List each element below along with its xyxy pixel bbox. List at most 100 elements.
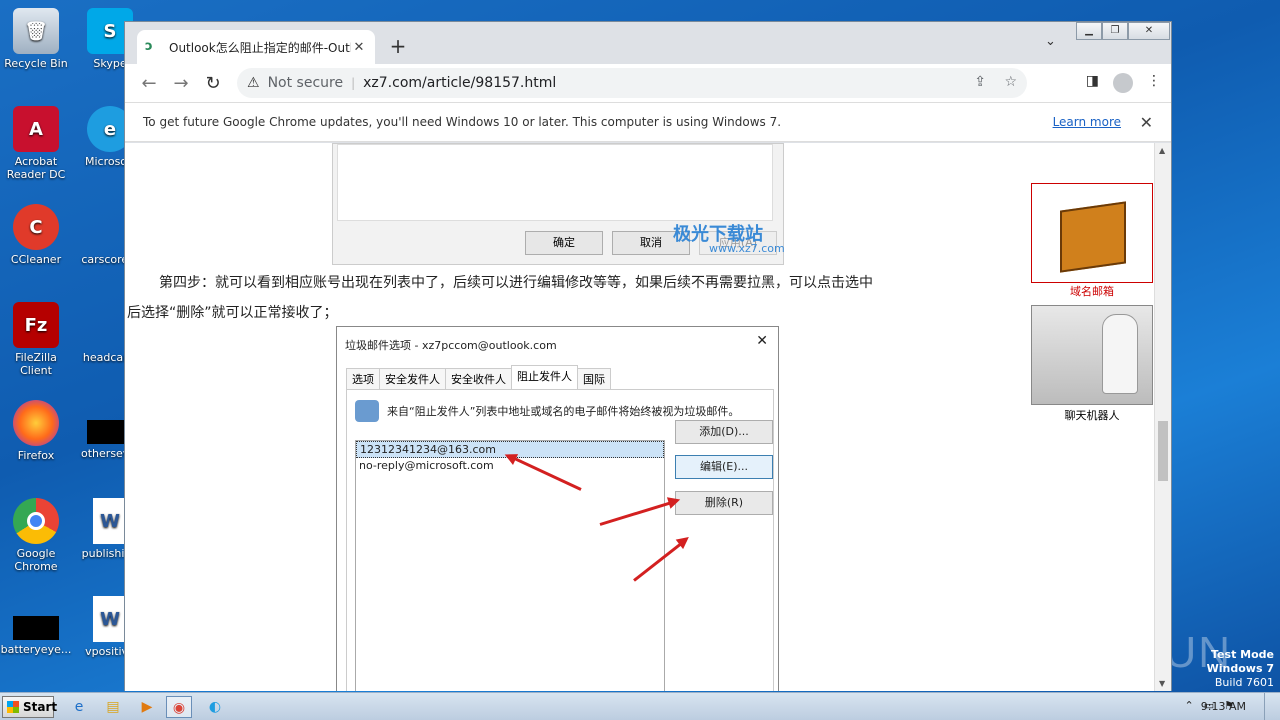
clock[interactable]: 9:13 AM <box>1201 700 1246 713</box>
desktop-icon-label: Acrobat Reader DC <box>6 155 66 181</box>
dialog-title: 垃圾邮件选项 - xz7pccom@outlook.com <box>345 339 557 352</box>
close-window-button[interactable]: ✕ <box>1128 22 1170 40</box>
recycle-bin-icon: 🗑 <box>13 8 59 54</box>
address-bar[interactable]: ⚠ Not secure | xz7.com/article/98157.htm… <box>237 68 1027 98</box>
toolbar-right: ◨ ⋮ <box>1086 73 1161 93</box>
infobar-message: To get future Google Chrome updates, you… <box>143 115 782 129</box>
scroll-up-icon[interactable]: ▲ <box>1159 146 1165 155</box>
step4-text-2: 后选择“删除”就可以正常接收了； <box>127 305 338 321</box>
site-watermark-url: www.xz7.com <box>709 242 785 255</box>
security-label: Not secure <box>267 75 344 91</box>
explorer-taskbar-icon[interactable]: ▤ <box>100 696 126 718</box>
desktop-icon-label: Recycle Bin <box>4 57 68 70</box>
test-mode-notice: Test Mode Windows 7 Build 7601 <box>1207 648 1274 690</box>
tab-title: Outlook怎么阻止指定的邮件-Outlook <box>169 40 351 55</box>
ad-chatbot[interactable]: 聊天机器人 <box>1031 305 1153 423</box>
step4-paragraph-line2: 后选择“删除”就可以正常接收了； <box>127 298 1007 328</box>
warning-icon[interactable]: ⚠ <box>247 75 260 91</box>
article-image-junk-mail-dialog: 垃圾邮件选项 - xz7pccom@outlook.com ✕ 选项 安全发件人… <box>336 326 779 691</box>
menu-kebab-icon[interactable]: ⋮ <box>1147 73 1161 93</box>
desktop-icon-label: FileZilla Client <box>15 351 57 377</box>
ad-box-image <box>1031 183 1153 283</box>
desktop-icon-label: Google Chrome <box>14 547 58 573</box>
browser-window: ↄ Outlook怎么阻止指定的邮件-Outlook ✕ + ⌄ ▁ ❐ ✕ ←… <box>124 21 1172 691</box>
minimize-button[interactable]: ▁ <box>1076 22 1102 40</box>
desktop-icon-ccleaner[interactable]: C CCleaner <box>0 204 72 266</box>
site-favicon-icon: ↄ <box>145 39 153 54</box>
blocked-info: 来自“阻止发件人”列表中地址或域名的电子邮件将始终被视为垃圾邮件。 <box>355 400 739 422</box>
delete-button-image: 删除(R) <box>675 491 773 515</box>
desktop-icon-label: CCleaner <box>10 253 62 266</box>
forward-button[interactable]: → <box>165 73 197 94</box>
blocked-senders-panel: 来自“阻止发件人”列表中地址或域名的电子邮件将始终被视为垃圾邮件。 123123… <box>346 389 774 691</box>
omnibox-divider: | <box>351 76 356 90</box>
show-desktop-button[interactable] <box>1264 693 1280 720</box>
edit-button-image: 编辑(E)... <box>675 455 773 479</box>
ok-button-image: 确定 <box>525 231 603 255</box>
desktop-icon-filezilla[interactable]: Fz FileZilla Client <box>0 302 72 377</box>
window-controls: ▁ ❐ ✕ <box>1076 22 1170 40</box>
blocked-senders-list: 12312341234@163.com no-reply@microsoft.c… <box>355 440 665 691</box>
tab-search-chevron-icon[interactable]: ⌄ <box>1045 34 1056 49</box>
ccleaner-icon: C <box>13 204 59 250</box>
chrome-taskbar-icon[interactable]: ◉ <box>166 696 192 718</box>
blocked-senders-icon <box>355 400 379 422</box>
ad-caption: 域名邮箱 <box>1070 285 1114 298</box>
browser-toolbar: ← → ↻ ⚠ Not secure | xz7.com/article/981… <box>125 64 1171 102</box>
ad-robot-image <box>1031 305 1153 405</box>
ad-domain-email[interactable]: 域名邮箱 <box>1031 183 1153 299</box>
restore-button[interactable]: ❐ <box>1102 22 1128 40</box>
desktop-icon-label: Firefox <box>17 449 55 462</box>
ad-caption: 聊天机器人 <box>1064 409 1120 422</box>
filezilla-icon: Fz <box>13 302 59 348</box>
scroll-down-icon[interactable]: ▼ <box>1159 679 1165 688</box>
page-content: 确定 取消 应用(A) 极光下载站 www.xz7.com 第四步：就可以看到相… <box>125 143 1155 691</box>
desktop-icon-label: Skype <box>93 57 127 70</box>
firefox-icon <box>13 400 59 446</box>
bookmark-star-icon[interactable]: ☆ <box>1004 74 1017 90</box>
robot-graphic <box>1102 314 1138 394</box>
blocked-info-text: 来自“阻止发件人”列表中地址或域名的电子邮件将始终被视为垃圾邮件。 <box>387 405 740 418</box>
desktop-icon-label: batteryeye... <box>0 643 72 656</box>
edge-taskbar-icon[interactable]: ◐ <box>202 696 228 718</box>
test-mode-label: Test Mode <box>1211 648 1274 661</box>
share-icon[interactable]: ⇪ <box>974 74 986 90</box>
ie-taskbar-icon[interactable]: e <box>66 696 92 718</box>
desktop-icon-batteryeye[interactable]: batteryeye... <box>0 596 72 656</box>
taskbar: Start e ▤ ▶ ◉ ◐ ⌃ ▭ ⚑ 9:13 AM <box>0 692 1280 720</box>
learn-more-link[interactable]: Learn more <box>1053 115 1121 129</box>
word-doc-icon: W <box>93 498 127 544</box>
os-name-label: Windows 7 <box>1206 662 1274 675</box>
acrobat-icon: A <box>13 106 59 152</box>
scrollbar-thumb[interactable] <box>1158 421 1168 481</box>
desktop-icon-recycle-bin[interactable]: 🗑 Recycle Bin <box>0 8 72 70</box>
media-player-taskbar-icon[interactable]: ▶ <box>134 696 160 718</box>
page-scrollbar[interactable]: ▲ ▼ <box>1154 143 1171 691</box>
add-button-image: 添加(D)... <box>675 420 773 444</box>
profile-avatar-icon[interactable] <box>1113 73 1133 93</box>
desktop-icon-acrobat[interactable]: A Acrobat Reader DC <box>0 106 72 181</box>
dialog-close-icon: ✕ <box>756 333 768 349</box>
new-tab-button[interactable]: + <box>387 34 409 58</box>
desktop-icon-chrome[interactable]: Google Chrome <box>0 498 72 573</box>
side-panel-icon[interactable]: ◨ <box>1086 73 1099 93</box>
tab-close-icon[interactable]: ✕ <box>351 40 367 55</box>
reload-button[interactable]: ↻ <box>197 73 229 94</box>
chrome-icon <box>13 498 59 544</box>
article-image-dialog-buttons: 确定 取消 应用(A) 极光下载站 www.xz7.com <box>332 143 785 265</box>
back-button[interactable]: ← <box>133 73 165 94</box>
word-doc-icon: W <box>93 596 127 642</box>
desktop-icon-firefox[interactable]: Firefox <box>0 400 72 462</box>
infobar-close-icon[interactable]: ✕ <box>1140 113 1153 132</box>
start-button[interactable]: Start <box>2 696 57 718</box>
omnibox-actions: ⇪ ☆ <box>960 74 1017 90</box>
box-graphic <box>1060 201 1126 273</box>
dialog-blank-area <box>337 144 773 221</box>
browser-tab[interactable]: ↄ Outlook怎么阻止指定的邮件-Outlook ✕ <box>137 30 375 64</box>
step4-text-1: 第四步：就可以看到相应账号出现在列表中了，后续可以进行编辑修改等等，如果后续不再… <box>159 275 873 291</box>
url-text[interactable]: xz7.com/article/98157.html <box>363 75 556 91</box>
step4-paragraph-line1: 第四步：就可以看到相应账号出现在列表中了，后续可以进行编辑修改等等，如果后续不再… <box>127 268 1007 298</box>
tray-expand-icon[interactable]: ⌃ <box>1185 699 1194 712</box>
build-label: Build 7601 <box>1214 676 1274 689</box>
tab-strip: ↄ Outlook怎么阻止指定的邮件-Outlook ✕ + ⌄ ▁ ❐ ✕ <box>125 22 1171 64</box>
